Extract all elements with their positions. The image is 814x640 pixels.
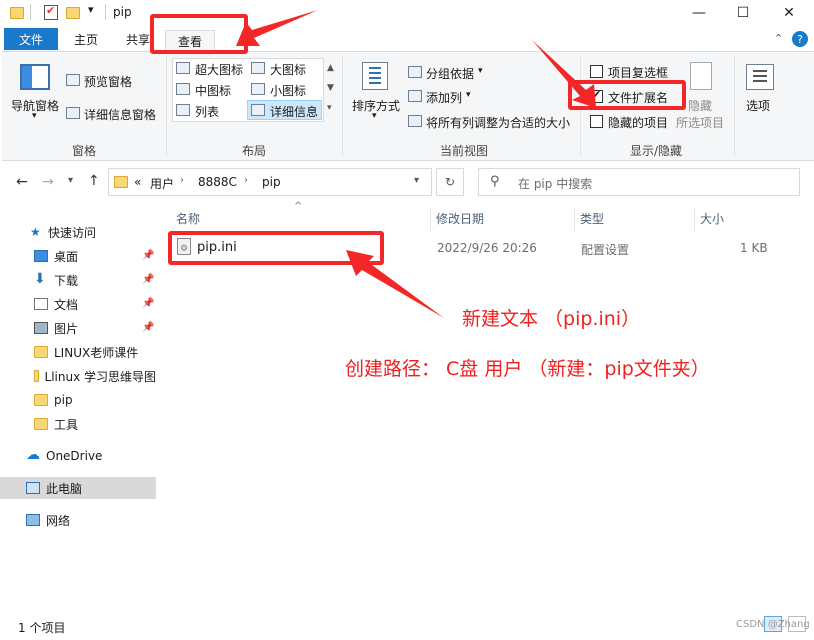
annotation-arrows	[236, 10, 596, 318]
annotation-text-path: 创建路径： C盘 用户 （新建：pip文件夹）	[345, 358, 710, 380]
annotation-text-new-file: 新建文本 （pip.ini）	[462, 308, 641, 330]
